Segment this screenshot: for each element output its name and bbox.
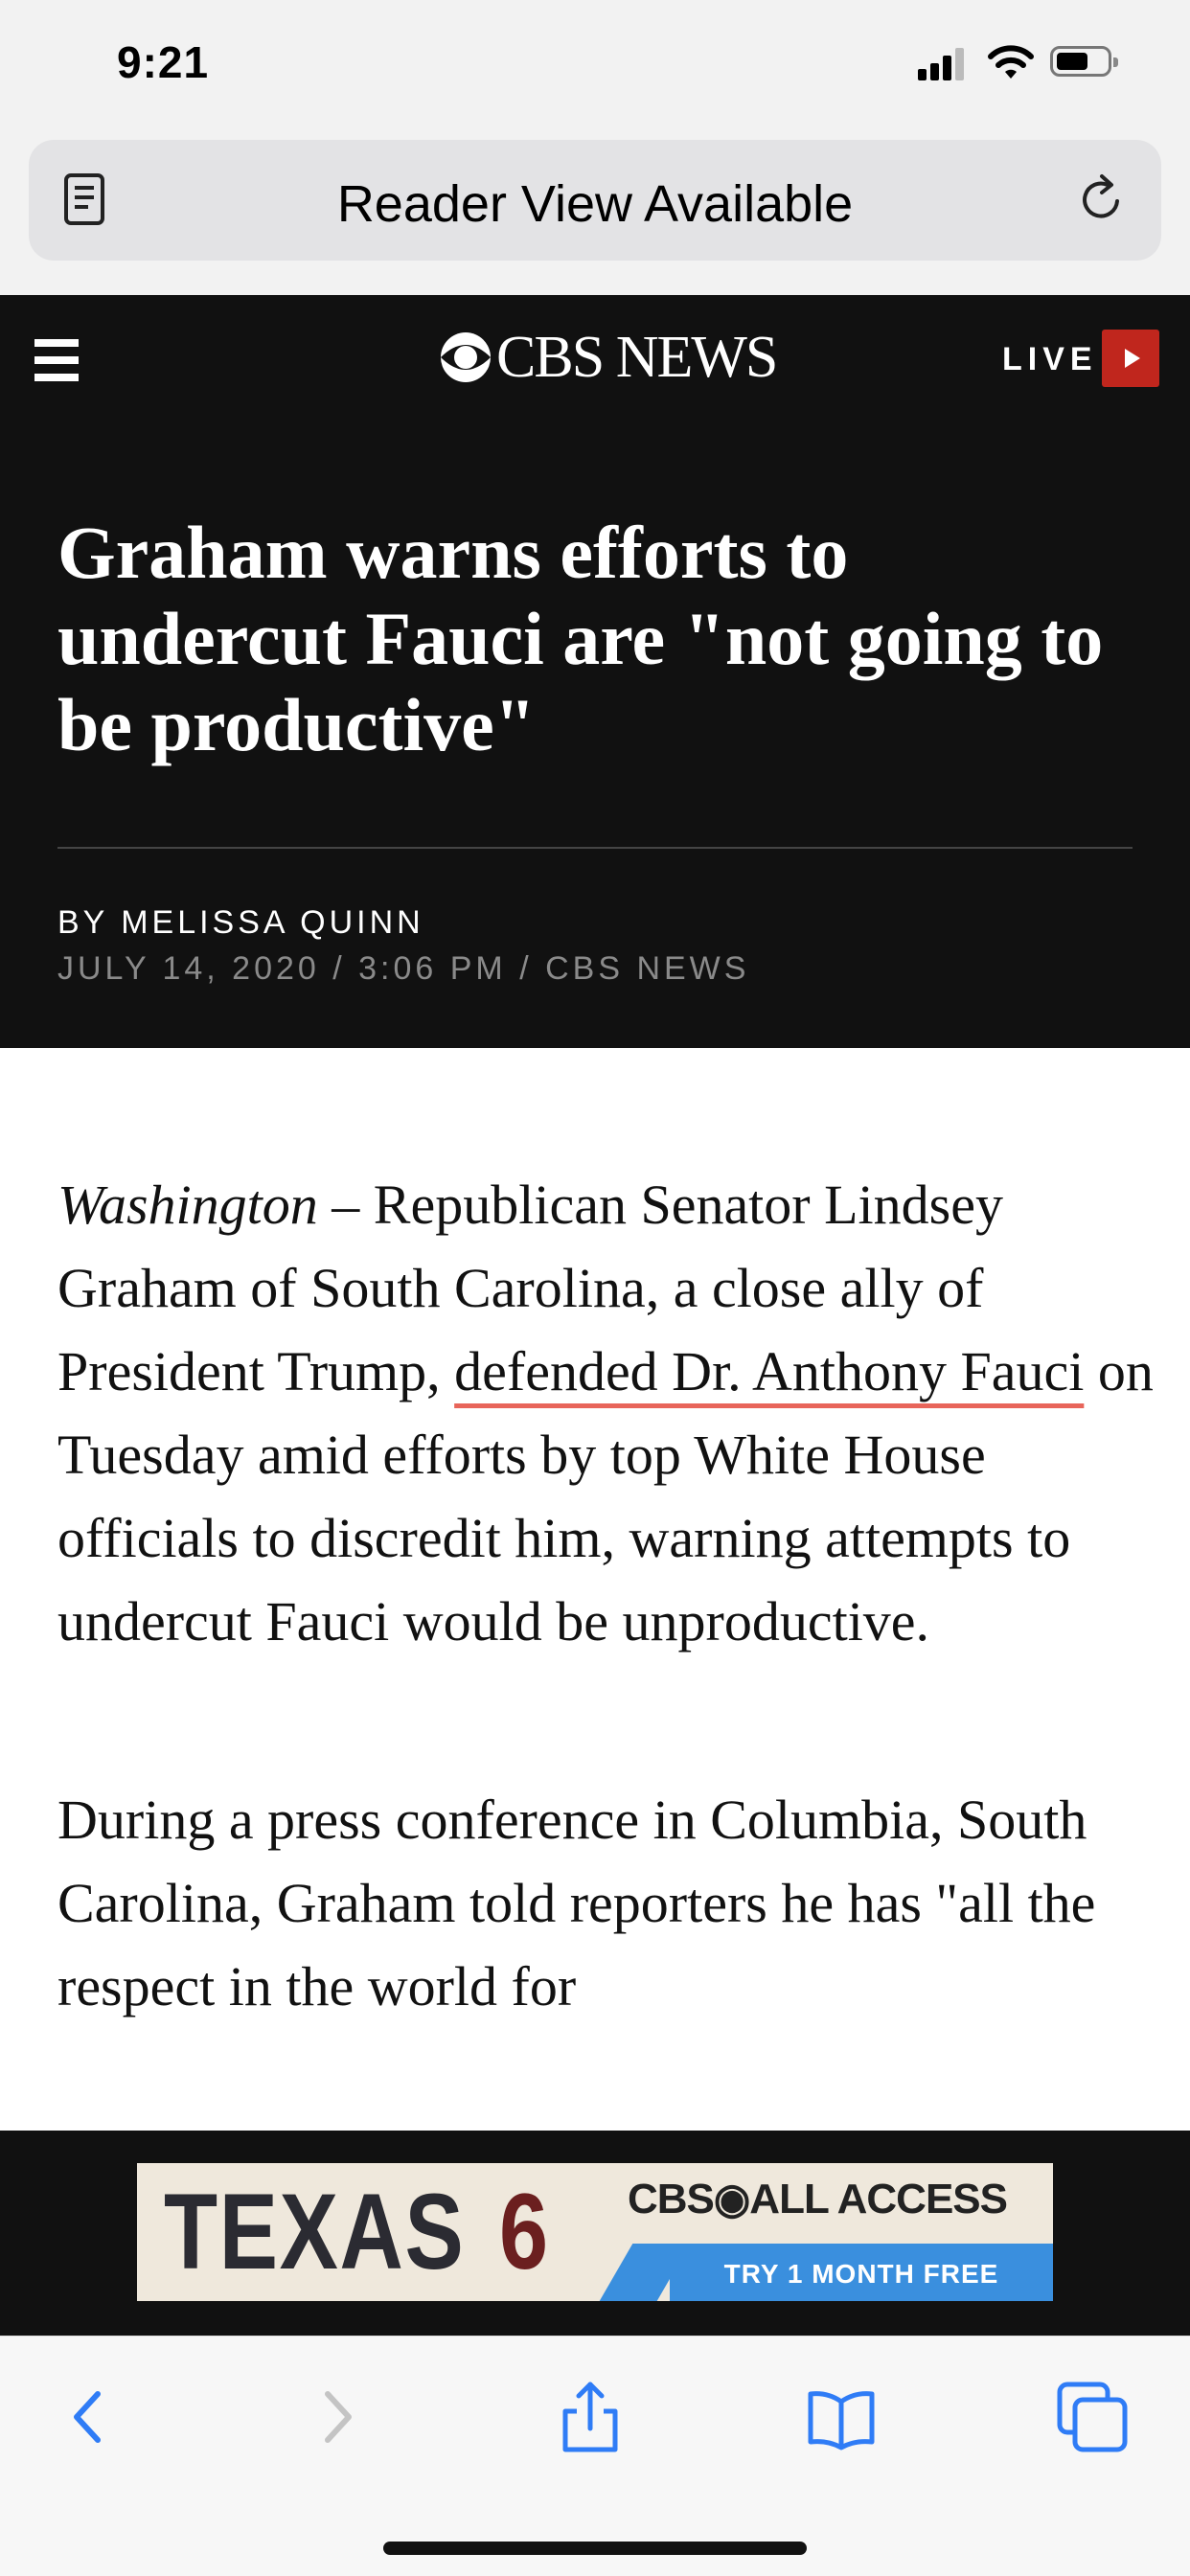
ad-cta-text: TRY 1 MONTH FREE	[723, 2259, 999, 2289]
menu-icon[interactable]	[34, 339, 79, 381]
status-bar: 9:21	[0, 0, 1190, 134]
reload-icon[interactable]	[1075, 172, 1129, 226]
ad-brand: CBS◉ALL ACCESS	[628, 2176, 1008, 2223]
battery-icon	[1050, 46, 1118, 77]
cbs-news-logo[interactable]: CBS NEWS	[439, 324, 778, 391]
live-label[interactable]: LIVE	[1002, 341, 1098, 378]
article-byline: BY MELISSA QUINN	[57, 904, 424, 941]
browser-address-area: Reader View Available	[0, 134, 1190, 295]
browser-toolbar	[0, 2336, 1190, 2576]
header-divider	[57, 847, 1133, 849]
url-bar-text: Reader View Available	[336, 175, 854, 233]
article-header: Graham warns efforts to undercut Fauci a…	[0, 422, 1190, 1048]
article-headline: Graham warns efforts to undercut Fauci a…	[57, 511, 1104, 766]
article-body: Washington – Republican Senator Lindsey …	[57, 1163, 1159, 2028]
dateline-location: Washington	[57, 1174, 318, 1236]
wifi-icon	[988, 45, 1034, 79]
cellular-signal-icon	[918, 46, 968, 80]
site-header: CBS NEWS LIVE	[0, 295, 1190, 422]
cbs-eye-icon	[441, 332, 491, 382]
url-bar[interactable]: Reader View Available	[29, 140, 1161, 261]
back-icon[interactable]	[50, 2379, 126, 2455]
bookmarks-icon[interactable]	[803, 2379, 880, 2455]
forward-icon[interactable]	[299, 2379, 376, 2455]
article-paragraph: Washington – Republican Senator Lindsey …	[57, 1163, 1159, 1663]
live-play-button[interactable]	[1102, 330, 1159, 387]
ad-strip: TEXAS 6 CBS◉ALL ACCESS TRY 1 MONTH FREE	[0, 2131, 1190, 2336]
ad-title-texas: TEXAS	[164, 2172, 466, 2291]
article-link-fauci[interactable]: defended Dr. Anthony Fauci	[454, 1340, 1084, 1402]
ad-cta-button[interactable]: TRY 1 MONTH FREE	[670, 2244, 1053, 2301]
status-time: 9:21	[117, 37, 210, 87]
ad-title-six: 6	[499, 2172, 549, 2291]
tabs-icon[interactable]	[1054, 2379, 1131, 2455]
article-paragraph: During a press conference in Columbia, S…	[57, 1789, 1096, 2017]
ad-banner[interactable]: TEXAS 6 CBS◉ALL ACCESS TRY 1 MONTH FREE	[137, 2163, 1053, 2301]
logo-text: CBS NEWS	[496, 324, 778, 390]
share-icon[interactable]	[552, 2379, 629, 2455]
article-dateline: JULY 14, 2020 / 3:06 PM / CBS NEWS	[57, 950, 750, 987]
home-indicator[interactable]	[383, 2542, 807, 2555]
